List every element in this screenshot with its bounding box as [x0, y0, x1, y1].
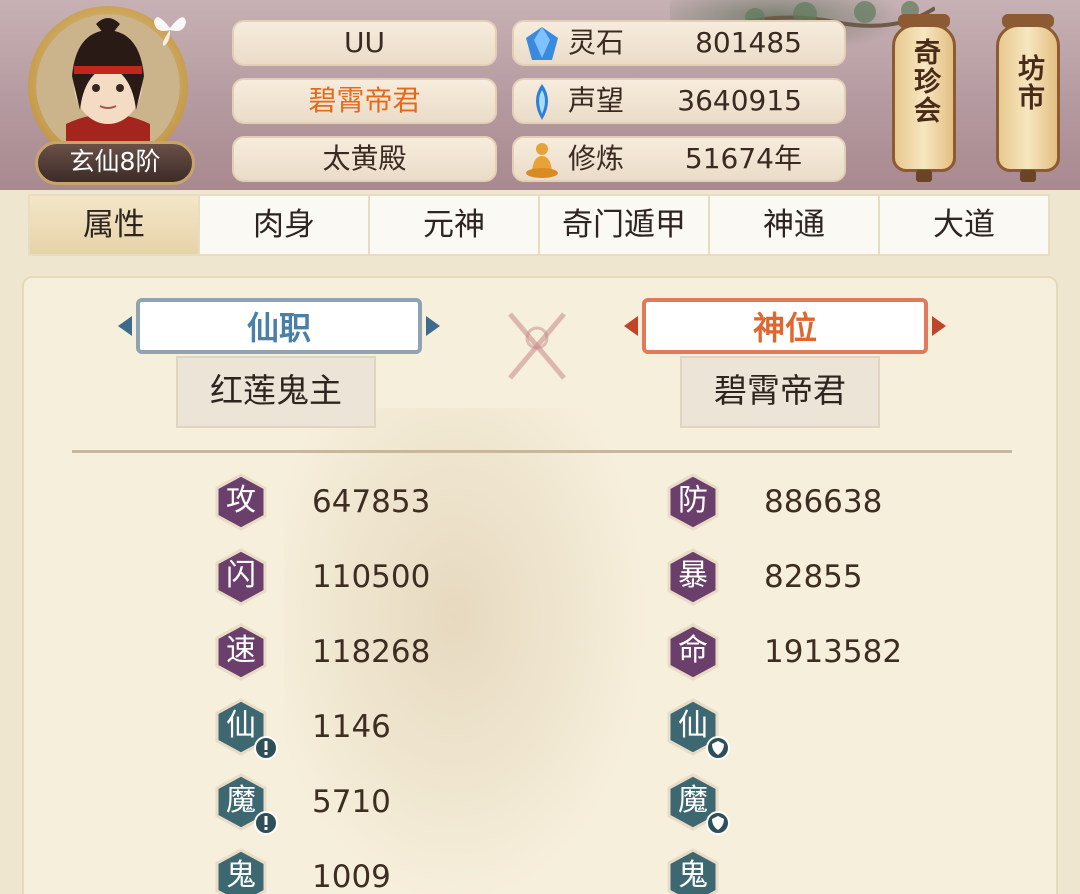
stat-value: 5710 [312, 784, 391, 820]
shield-icon [706, 811, 730, 835]
resource-cultivation[interactable]: 修炼 51674年 [512, 136, 846, 182]
stat-speed: 速 118268 [212, 623, 572, 683]
tab-attributes[interactable]: 属性 [30, 196, 200, 254]
exclamation-icon [254, 811, 278, 835]
resource-label: 修炼 [568, 142, 625, 175]
stat-immortal-attack: 仙 1146 [212, 698, 572, 760]
market-label: 坊市 [1013, 54, 1044, 112]
crossed-swords-icon [508, 312, 566, 380]
divine-title-plate: 神位 [624, 298, 946, 354]
hex-badge-icon: 速 [212, 623, 270, 681]
lantern-foot [916, 170, 932, 182]
divine-value: 碧霄帝君 [680, 356, 880, 428]
stat-value: 647853 [312, 484, 431, 520]
player-header: 玄仙8阶 UU 碧霄帝君 太黄殿 灵石 801485 声望 3640915 修炼… [0, 0, 1080, 190]
stat-critical: 暴 82855 [664, 548, 1024, 608]
hex-badge-icon: 防 [664, 473, 722, 531]
office-label: 仙职 [246, 309, 311, 347]
stat-char: 速 [226, 633, 256, 668]
section-divider [72, 450, 1012, 453]
stat-char: 命 [678, 633, 708, 668]
exclamation-icon [254, 736, 278, 760]
tab-body[interactable]: 肉身 [200, 196, 370, 254]
prestige-icon [536, 84, 548, 120]
stat-value: 82855 [764, 559, 863, 595]
spirit-stone-icon [526, 27, 558, 60]
stat-char: 鬼 [226, 858, 256, 893]
stat-dodge: 闪 110500 [212, 548, 572, 608]
tab-dao[interactable]: 大道 [880, 196, 1048, 254]
stat-value: 1146 [312, 709, 391, 745]
stat-char: 鬼 [678, 858, 708, 893]
resource-value: 801485 [695, 26, 802, 59]
chevron-right-icon [426, 316, 440, 336]
market-lantern-button[interactable]: 坊市 [996, 10, 1060, 182]
chevron-left-icon [118, 316, 132, 336]
stat-attack: 攻 647853 [212, 473, 572, 533]
resource-label: 灵石 [568, 26, 625, 59]
office-title-plate: 仙职 [118, 298, 440, 354]
stat-char: 闪 [226, 558, 256, 593]
stat-char: 暴 [678, 558, 708, 593]
stat-char: 攻 [226, 483, 256, 518]
lantern-foot [1020, 170, 1036, 182]
resource-label: 声望 [568, 84, 625, 117]
cultivation-rank-badge: 玄仙8阶 [35, 141, 195, 185]
stat-demon-resist: 魔 [664, 773, 1024, 835]
stat-value: 118268 [312, 634, 431, 670]
tab-divine-arts[interactable]: 神通 [710, 196, 880, 254]
divine-label: 神位 [752, 309, 817, 347]
hex-badge-icon: 鬼 [664, 848, 722, 894]
stat-char: 防 [678, 483, 708, 518]
auction-lantern-button[interactable]: 奇珍会 [892, 10, 956, 182]
cultivation-icon [526, 143, 558, 178]
auction-label: 奇珍会 [909, 38, 940, 125]
resource-value: 3640915 [677, 84, 802, 117]
resource-spirit-stone[interactable]: 灵石 801485 [512, 20, 846, 66]
stat-value: 110500 [312, 559, 431, 595]
player-sect: 太黄殿 [232, 136, 497, 182]
office-value: 红莲鬼主 [176, 356, 376, 428]
tab-qimen[interactable]: 奇门遁甲 [540, 196, 710, 254]
tab-spirit[interactable]: 元神 [370, 196, 540, 254]
resource-value: 51674年 [684, 142, 802, 175]
chevron-left-icon [624, 316, 638, 336]
hex-badge-icon: 命 [664, 623, 722, 681]
hex-badge-icon: 攻 [212, 473, 270, 531]
attribute-panel: 仙职 红莲鬼主 神位 碧霄帝君 攻 647853 闪 110500 速 1182… [22, 276, 1058, 894]
hex-badge-icon: 暴 [664, 548, 722, 606]
chevron-right-icon [932, 316, 946, 336]
stat-ghost-resist: 鬼 [664, 848, 1024, 894]
butterfly-icon [154, 17, 186, 46]
stat-demon-attack: 魔 5710 [212, 773, 572, 835]
shield-icon [706, 736, 730, 760]
stat-defense: 防 886638 [664, 473, 1024, 533]
hex-badge-icon: 闪 [212, 548, 270, 606]
stat-value: 886638 [764, 484, 883, 520]
attribute-tab-bar: 属性 肉身 元神 奇门遁甲 神通 大道 [28, 194, 1050, 256]
stat-life: 命 1913582 [664, 623, 1024, 683]
stat-immortal-resist: 仙 [664, 698, 1024, 760]
stat-value: 1009 [312, 859, 391, 894]
stat-ghost-attack: 鬼 1009 [212, 848, 572, 894]
player-title: 碧霄帝君 [232, 78, 497, 124]
player-name: UU [232, 20, 497, 66]
stat-value: 1913582 [764, 634, 903, 670]
hex-badge-icon: 鬼 [212, 848, 270, 894]
resource-prestige[interactable]: 声望 3640915 [512, 78, 846, 124]
